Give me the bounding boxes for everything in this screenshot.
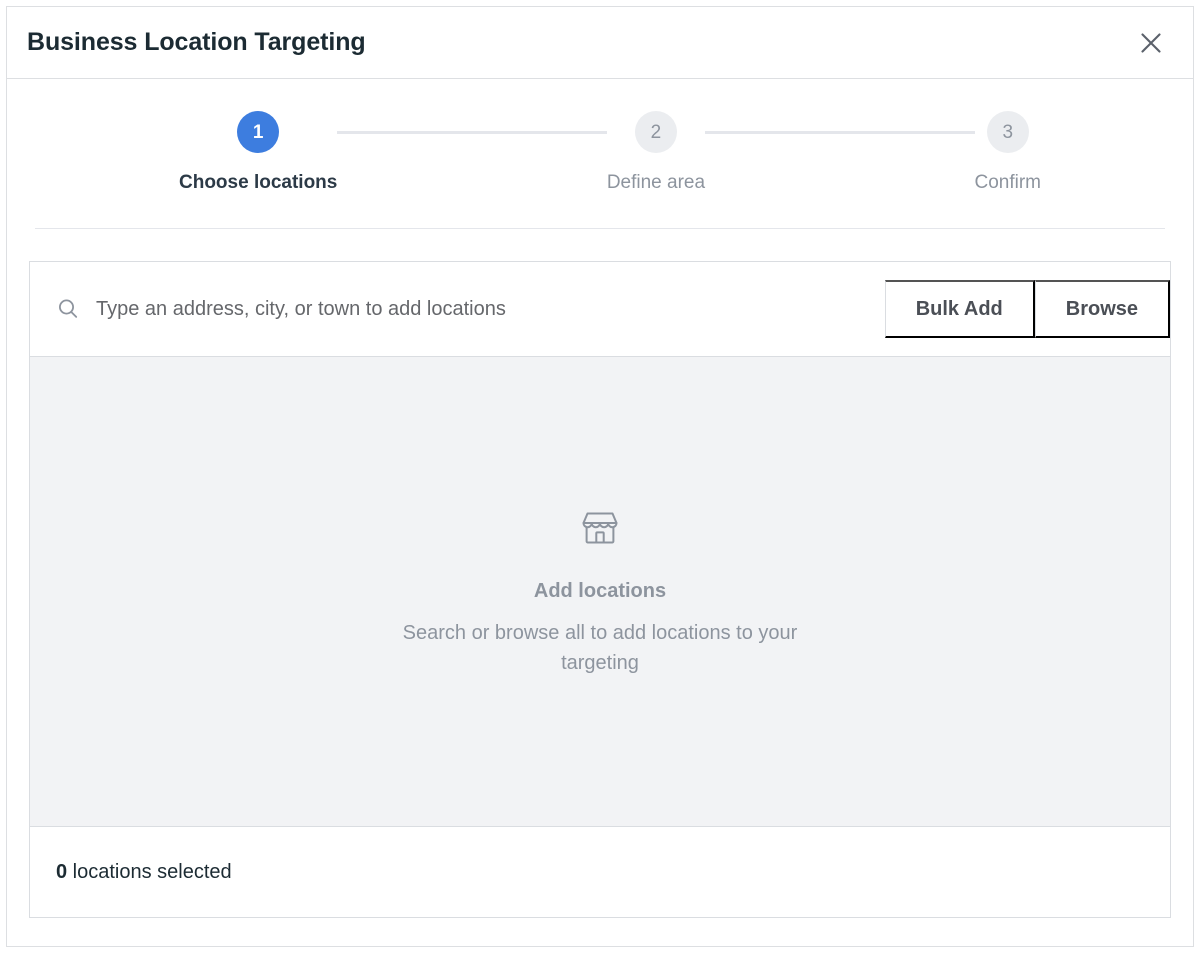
search-field[interactable] [30, 262, 885, 356]
page-title: Business Location Targeting [27, 28, 366, 56]
stepper: 1 Choose locations 2 Define area 3 Confi… [179, 111, 1041, 192]
stepper-section: 1 Choose locations 2 Define area 3 Confi… [7, 79, 1193, 229]
storefront-icon [577, 505, 623, 556]
search-input[interactable] [96, 297, 885, 321]
step-connector-2-3 [705, 131, 975, 134]
close-icon [1138, 30, 1164, 56]
locations-card: Bulk Add Browse Add locations Search or … [29, 261, 1171, 918]
search-row: Bulk Add Browse [30, 262, 1170, 356]
empty-state-subtitle: Search or browse all to add locations to… [402, 621, 798, 674]
selected-count-number: 0 [56, 860, 68, 883]
dialog-header: Business Location Targeting [7, 7, 1193, 79]
browse-button[interactable]: Browse [1034, 280, 1170, 338]
empty-state: Add locations Search or browse all to ad… [30, 356, 1170, 827]
search-icon [56, 297, 80, 321]
empty-state-title: Add locations [533, 579, 667, 602]
locations-footer: 0 locations selected [30, 827, 1170, 917]
bulk-add-button[interactable]: Bulk Add [884, 280, 1035, 338]
dialog-window: Business Location Targeting 1 Choose loc… [6, 6, 1194, 947]
step-2-label: Define area [606, 172, 706, 193]
step-2-define-area[interactable]: 2 Define area [607, 111, 705, 192]
selected-count-suffix: locations selected [67, 860, 232, 883]
step-3-label: Confirm [974, 172, 1042, 193]
step-connector-1-2 [337, 131, 607, 134]
step-1-choose-locations[interactable]: 1 Choose locations [179, 111, 337, 192]
step-1-label: Choose locations [179, 172, 338, 193]
step-3-number: 3 [986, 111, 1029, 153]
stepper-divider [35, 228, 1165, 229]
step-2-number: 2 [634, 111, 677, 153]
close-button[interactable] [1131, 23, 1171, 63]
step-1-number: 1 [237, 111, 280, 153]
selected-count-text: 0 locations selected [56, 861, 232, 884]
step-3-confirm[interactable]: 3 Confirm [974, 111, 1042, 193]
